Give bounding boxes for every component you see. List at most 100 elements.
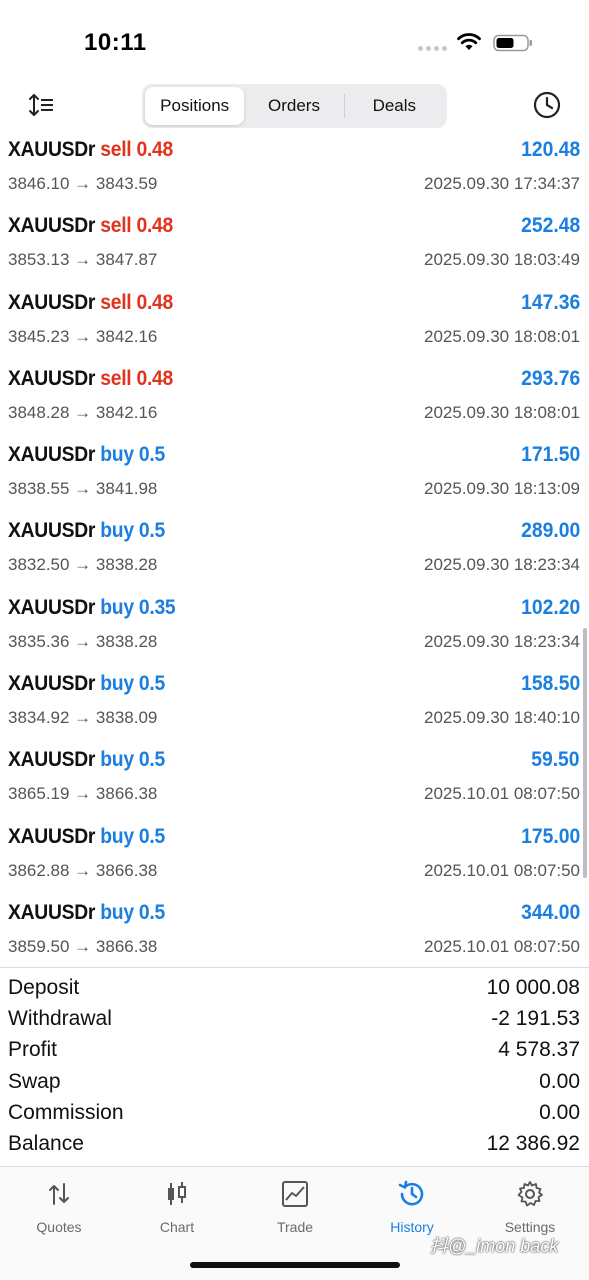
summary-label: Profit — [8, 1038, 58, 1062]
deal-symbol: XAUUSDr — [8, 290, 96, 314]
deal-time: 2025.09.30 18:13:09 — [424, 479, 580, 499]
deal-row[interactable]: XAUUSDr buy 0.5 158.50 3834.92 → 3838.09 20… — [0, 666, 589, 742]
deal-profit: 171.50 — [520, 443, 580, 467]
arrow-right-icon: → — [69, 555, 96, 575]
deal-symbol: XAUUSDr — [8, 366, 96, 390]
deal-row[interactable]: XAUUSDr buy 0.5 344.00 3859.50 → 3866.38 20… — [0, 895, 589, 971]
deal-time: 2025.10.01 08:07:50 — [424, 936, 580, 956]
deal-prices: 3832.50 → 3838.28 — [8, 555, 157, 575]
deal-row[interactable]: XAUUSDr sell 0.48 120.48 3846.10 → 3843.59… — [0, 132, 589, 208]
tab-deals[interactable]: Deals — [345, 87, 444, 125]
battery-icon — [493, 34, 532, 52]
deal-profit: 147.36 — [520, 290, 580, 314]
settings-icon — [517, 1181, 543, 1207]
tab-positions[interactable]: Positions — [145, 87, 245, 125]
deal-row[interactable]: XAUUSDr buy 0.5 59.50 3865.19 → 3866.38 202… — [0, 742, 589, 818]
deal-symbol-line: XAUUSDr buy 0.5 — [8, 901, 165, 925]
deal-row[interactable]: XAUUSDr buy 0.5 171.50 3838.55 → 3841.98 20… — [0, 437, 589, 513]
arrow-right-icon: → — [69, 402, 96, 422]
scroll-indicator[interactable] — [583, 628, 587, 878]
history-icon — [398, 1180, 424, 1206]
deal-row[interactable]: XAUUSDr buy 0.5 289.00 3832.50 → 3838.28 20… — [0, 513, 589, 589]
tab-orders[interactable]: Orders — [244, 87, 343, 125]
deal-volume: 0.48 — [136, 366, 174, 390]
deal-symbol: XAUUSDr — [8, 672, 96, 696]
deal-volume: 0.5 — [138, 824, 165, 848]
summary-value: 4 578.37 — [498, 1038, 580, 1062]
close-price: 3847.87 — [95, 250, 158, 270]
arrow-right-icon: → — [69, 250, 96, 270]
deal-symbol: XAUUSDr — [8, 138, 96, 161]
summary-label: Commission — [8, 1100, 124, 1124]
summary-label: Withdrawal — [8, 1007, 112, 1031]
deal-volume: 0.48 — [136, 138, 174, 161]
deal-profit: 293.76 — [520, 366, 580, 390]
deal-row[interactable]: XAUUSDr buy 0.35 102.20 3835.36 → 3838.28 2… — [0, 590, 589, 666]
clock-icon[interactable] — [532, 90, 562, 120]
deal-row[interactable]: XAUUSDr buy 0.5 175.00 3862.88 → 3866.38 20… — [0, 819, 589, 895]
deal-time: 2025.09.30 18:23:34 — [424, 631, 580, 651]
deal-profit: 158.50 — [520, 672, 580, 696]
summary-row-deposit: Deposit 10 000.08 — [0, 974, 589, 1005]
deal-volume: 0.48 — [136, 290, 174, 314]
deal-side: buy — [100, 900, 134, 924]
deal-profit: 102.20 — [520, 595, 580, 619]
deal-symbol-line: XAUUSDr sell 0.48 — [8, 214, 173, 238]
deal-volume: 0.5 — [138, 519, 165, 543]
summary-value: 10 000.08 — [486, 976, 580, 999]
deal-volume: 0.5 — [138, 672, 165, 696]
home-indicator[interactable] — [190, 1262, 400, 1268]
deal-profit: 59.50 — [531, 748, 580, 772]
deal-prices: 3848.28 → 3842.16 — [8, 403, 157, 423]
deal-side: sell — [100, 138, 132, 161]
arrow-right-icon: → — [69, 860, 96, 880]
deal-row[interactable]: XAUUSDr sell 0.48 147.36 3845.23 → 3842.16… — [0, 285, 589, 361]
deal-side: sell — [100, 214, 132, 238]
deal-profit: 252.48 — [520, 214, 580, 238]
tab-quotes[interactable]: Quotes — [0, 1179, 118, 1239]
summary-row-commission: Commission 0.00 — [0, 1099, 589, 1130]
deal-time: 2025.09.30 18:08:01 — [424, 326, 580, 346]
deal-list: XAUUSDr sell 0.48 120.48 3846.10 → 3843.59… — [0, 132, 589, 971]
open-price: 3862.88 — [8, 860, 70, 880]
close-price: 3842.16 — [95, 326, 158, 346]
deal-side: sell — [100, 290, 132, 314]
deal-time: 2025.09.30 18:08:01 — [424, 402, 580, 422]
deal-volume: 0.5 — [138, 748, 165, 772]
summary-row-profit: Profit 4 578.37 — [0, 1036, 589, 1067]
deal-time: 2025.09.30 18:23:34 — [424, 555, 580, 575]
summary-label: Swap — [8, 1069, 61, 1093]
deal-prices: 3846.10 → 3843.59 — [8, 174, 157, 194]
deal-symbol-line: XAUUSDr sell 0.48 — [8, 138, 173, 162]
arrow-right-icon: → — [69, 708, 96, 728]
tab-trade[interactable]: Trade — [236, 1179, 354, 1239]
deal-time: 2025.09.30 18:40:10 — [424, 708, 580, 728]
quotes-icon — [49, 1183, 69, 1205]
arrow-right-icon: → — [69, 479, 96, 499]
open-price: 3835.36 — [8, 631, 70, 651]
sort-icon[interactable] — [28, 92, 56, 118]
summary-value: 12 386.92 — [486, 1131, 580, 1155]
status-bar: 10:11 — [0, 0, 589, 80]
tab-chart[interactable]: Chart — [118, 1179, 236, 1239]
tab-label: Trade — [276, 1219, 314, 1235]
summary-row-withdrawal: Withdrawal -2 191.53 — [0, 1005, 589, 1036]
deal-prices: 3845.23 → 3842.16 — [8, 327, 157, 347]
close-price: 3843.59 — [95, 174, 158, 193]
deal-side: buy — [100, 824, 134, 848]
tab-history[interactable]: History — [353, 1179, 471, 1239]
deal-prices: 3835.36 → 3838.28 — [8, 632, 157, 652]
deal-volume: 0.35 — [138, 595, 176, 619]
tab-settings[interactable]: Settings — [471, 1179, 589, 1239]
deal-row[interactable]: XAUUSDr sell 0.48 252.48 3853.13 → 3847.87… — [0, 208, 589, 284]
summary-label: Balance — [8, 1131, 84, 1155]
summary-value: 0.00 — [539, 1069, 580, 1093]
deal-symbol: XAUUSDr — [8, 824, 96, 848]
arrow-right-icon: → — [69, 784, 96, 804]
cellular-signal-icon — [418, 46, 448, 52]
deal-time: 2025.09.30 18:03:49 — [424, 250, 580, 270]
deal-symbol: XAUUSDr — [8, 748, 96, 772]
open-price: 3832.50 — [8, 555, 70, 575]
deal-symbol-line: XAUUSDr buy 0.5 — [8, 443, 165, 467]
deal-row[interactable]: XAUUSDr sell 0.48 293.76 3848.28 → 3842.16… — [0, 361, 589, 437]
